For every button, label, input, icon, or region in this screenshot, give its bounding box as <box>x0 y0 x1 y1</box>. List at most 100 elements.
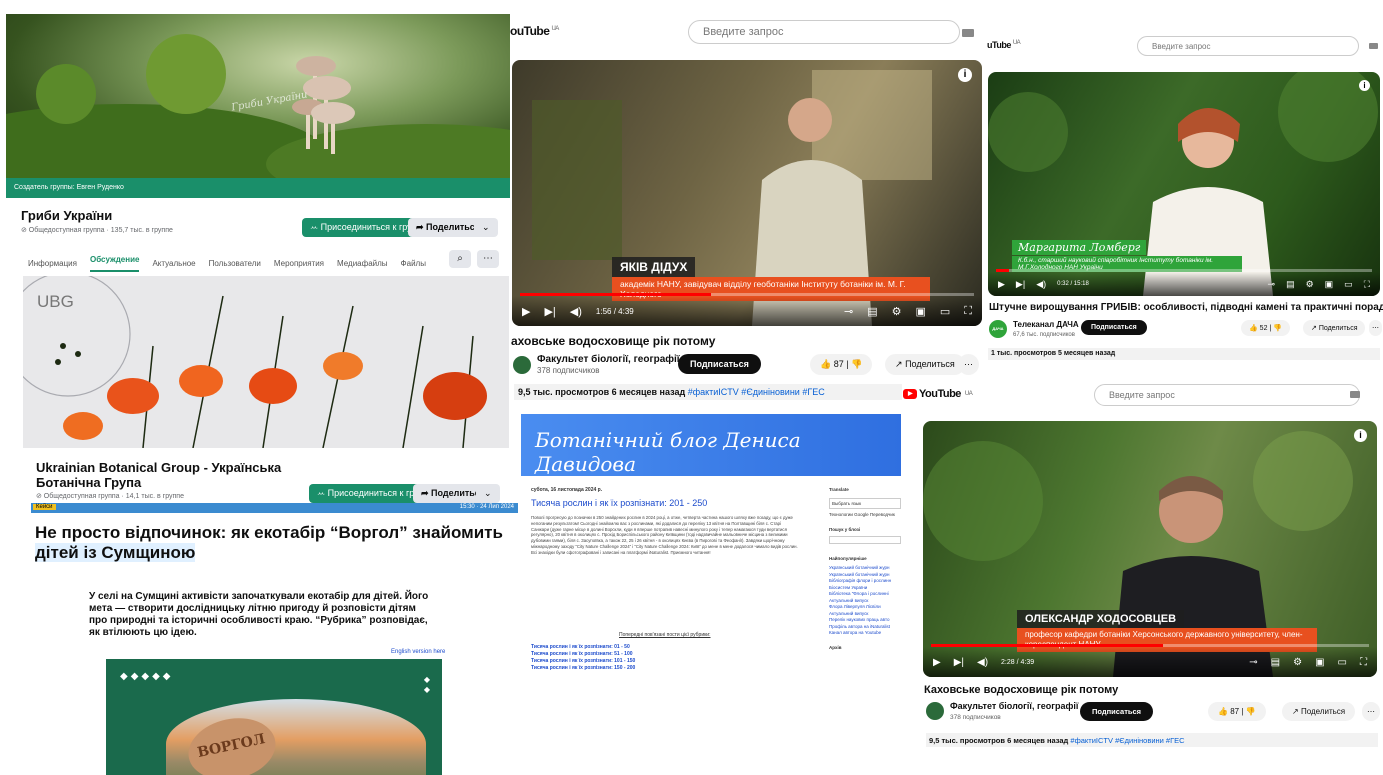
thumbs-down-icon[interactable]: | 👎 <box>844 359 862 369</box>
player-controls: ▶ ▶| ◀) 1:56 / 4:39 ⊸ ▤ ⚙ ▣ ▭ ⛶ <box>512 296 982 326</box>
channel-name[interactable]: Факультет біології, географії ... <box>950 701 1088 711</box>
post-title[interactable]: Тисяча рослин і як їх розпізнати: 201 - … <box>531 498 707 508</box>
sidebar-link[interactable]: Флора Ліверпуля Лісвіли Актуальний випус… <box>829 604 901 617</box>
autoplay-toggle[interactable]: ⊸ <box>844 305 853 318</box>
subscribe-button[interactable]: Подписаться <box>1081 320 1147 335</box>
share-button[interactable]: ↗ Поделиться <box>885 354 965 375</box>
fb-group-mushrooms: Гриби України Создатель группы: Евген Ру… <box>6 14 511 277</box>
tab-events[interactable]: Мероприятия <box>274 259 324 268</box>
article-tag[interactable]: Кейси <box>33 504 56 510</box>
hashtags[interactable]: #фактиICTV #Єдиніновини #ГЕС <box>688 387 825 397</box>
volume-icon[interactable]: ◀) <box>570 305 582 318</box>
theater-icon[interactable]: ▭ <box>1344 279 1353 290</box>
group-search-icon[interactable]: ⌕ <box>449 250 471 268</box>
yt1-description: 9,5 тыс. просмотров 6 месяцев назад #фак… <box>514 384 902 400</box>
related-link[interactable]: Тисяча рослин і як їх розпізнати: 01 - 5… <box>531 644 635 651</box>
keyboard-icon[interactable] <box>1350 391 1360 398</box>
next-icon[interactable]: ▶| <box>1016 279 1025 290</box>
fullscreen-icon[interactable]: ⛶ <box>964 305 972 318</box>
like-button[interactable]: 👍 87 | 👎 <box>1208 702 1266 721</box>
next-icon[interactable]: ▶| <box>544 305 555 318</box>
tab-media[interactable]: Медиафайлы <box>337 259 388 268</box>
related-link[interactable]: Тисяча рослин і як їх розпізнати: 101 - … <box>531 658 635 665</box>
blog-search-input[interactable] <box>829 536 901 544</box>
miniplayer-icon[interactable]: ▣ <box>1325 279 1334 290</box>
hashtags[interactable]: #фактиICTV #Єдиніновини #ГЕС <box>1070 736 1184 745</box>
fullscreen-icon[interactable]: ⛶ <box>1364 279 1370 290</box>
more-dropdown-button[interactable]: ⌄ <box>476 484 500 503</box>
next-icon[interactable]: ▶| <box>954 657 964 668</box>
share-button[interactable]: ↗ Поделиться <box>1303 320 1366 336</box>
more-actions-button[interactable]: ⋯ <box>1369 320 1382 336</box>
info-icon[interactable]: i <box>1354 429 1367 442</box>
channel-avatar[interactable] <box>513 356 531 374</box>
group-more-icon[interactable]: ⋯ <box>477 250 499 268</box>
decor-dots-right: ◆ ◆ <box>423 675 430 694</box>
search-input[interactable]: Введите запрос <box>1137 36 1359 56</box>
info-icon[interactable]: i <box>1359 80 1370 91</box>
channel-name[interactable]: Телеканал ДАЧА <box>1013 320 1079 329</box>
language-select[interactable]: Выбрать язык <box>829 498 901 509</box>
tab-info[interactable]: Информация <box>28 259 77 268</box>
autoplay-toggle[interactable]: ⊸ <box>1268 279 1276 290</box>
settings-icon[interactable]: ⚙ <box>1293 657 1302 668</box>
video-player[interactable]: i ЯКІВ ДІДУХ академік НАНУ, завідувач ві… <box>512 60 982 326</box>
play-icon[interactable]: ▶ <box>998 279 1005 290</box>
volume-icon[interactable]: ◀) <box>1036 279 1046 290</box>
related-link[interactable]: Тисяча рослин і як їх розпізнати: 150 - … <box>531 665 635 672</box>
sidebar-link[interactable]: Бібліографія флори і рослинн Біосистем У… <box>829 578 901 591</box>
sidebar-link[interactable]: Канал автора на Youtube <box>829 630 901 637</box>
sidebar-link[interactable]: Бібліотека "Флора і рослинні Актуальний … <box>829 591 901 604</box>
play-icon[interactable]: ▶ <box>522 305 530 318</box>
video-player[interactable]: i Маргарита Ломберг К.б.н., старший наук… <box>988 72 1380 296</box>
subtitles-icon[interactable]: ▤ <box>1286 279 1295 290</box>
channel-avatar[interactable]: ДАЧА <box>989 320 1007 338</box>
autoplay-toggle[interactable]: ⊸ <box>1249 657 1257 668</box>
settings-icon[interactable]: ⚙ <box>1306 279 1314 290</box>
miniplayer-icon[interactable]: ▣ <box>915 305 925 318</box>
thumbs-down-icon[interactable]: | 👎 <box>1267 325 1282 332</box>
video-player[interactable]: i ОЛЕКСАНДР ХОДОСОВЦЕВ професор кафедри … <box>923 421 1377 677</box>
youtube-logo[interactable]: ▶ YouTube UA <box>903 388 973 400</box>
subtitles-icon[interactable]: ▤ <box>1271 657 1280 668</box>
search-input[interactable]: Введите запрос <box>1094 384 1360 406</box>
popular-links: Український ботанічний журн Український … <box>829 565 901 637</box>
play-icon[interactable]: ▶ <box>933 657 941 668</box>
keyboard-icon[interactable] <box>1369 43 1378 49</box>
tab-members[interactable]: Пользователи <box>209 259 261 268</box>
like-button[interactable]: 👍 87 | 👎 <box>810 354 873 375</box>
headline-line1: Не просто відпочинок: як екотабір “Ворго… <box>35 523 503 542</box>
blog-sidebar: Translate Выбрать язык Технологии Google… <box>829 487 901 650</box>
settings-icon[interactable]: ⚙ <box>892 305 902 318</box>
more-actions-button[interactable]: ⋯ <box>1362 702 1380 721</box>
tab-featured[interactable]: Актуальное <box>152 259 195 268</box>
subscribe-button[interactable]: Подписаться <box>678 354 761 374</box>
blog-title[interactable]: Ботанічний блог Дениса Давидова <box>535 428 901 476</box>
channel-avatar[interactable] <box>926 702 944 720</box>
youtube-logo[interactable]: ouTube UA <box>510 24 559 38</box>
search-input[interactable]: Введите запрос <box>688 20 960 44</box>
thumbs-up-icon: 👍 <box>1249 325 1260 332</box>
miniplayer-icon[interactable]: ▣ <box>1315 657 1324 668</box>
keyboard-icon[interactable] <box>962 29 974 37</box>
volume-icon[interactable]: ◀) <box>977 657 988 668</box>
subscriber-count: 67,6 тыс. подписчиков <box>1013 332 1075 338</box>
related-link[interactable]: Тисяча рослин і як їх розпізнати: 51 - 1… <box>531 651 635 658</box>
theater-icon[interactable]: ▭ <box>1338 657 1347 668</box>
theater-icon[interactable]: ▭ <box>940 305 950 318</box>
mushroom-moss-image <box>6 34 511 178</box>
share-button[interactable]: ↗ Поделиться <box>1282 702 1356 721</box>
channel-name[interactable]: Факультет біології, географії ... <box>537 354 691 365</box>
more-dropdown-button[interactable]: ⌄ <box>474 218 498 237</box>
more-actions-button[interactable]: ⋯ <box>958 354 979 375</box>
like-button[interactable]: 👍 52 | 👎 <box>1241 320 1290 336</box>
tab-discussion[interactable]: Обсуждение <box>89 255 140 272</box>
fullscreen-icon[interactable]: ⛶ <box>1360 657 1367 668</box>
youtube-logo[interactable]: uTube UA <box>987 40 1021 50</box>
subtitles-icon[interactable]: ▤ <box>867 305 877 318</box>
subscribe-button[interactable]: Подписаться <box>1080 702 1154 721</box>
thumbs-down-icon[interactable]: | 👎 <box>1239 707 1255 716</box>
tab-files[interactable]: Файлы <box>401 259 426 268</box>
english-version-link[interactable]: English version here <box>391 649 445 655</box>
info-icon[interactable]: i <box>958 68 972 82</box>
